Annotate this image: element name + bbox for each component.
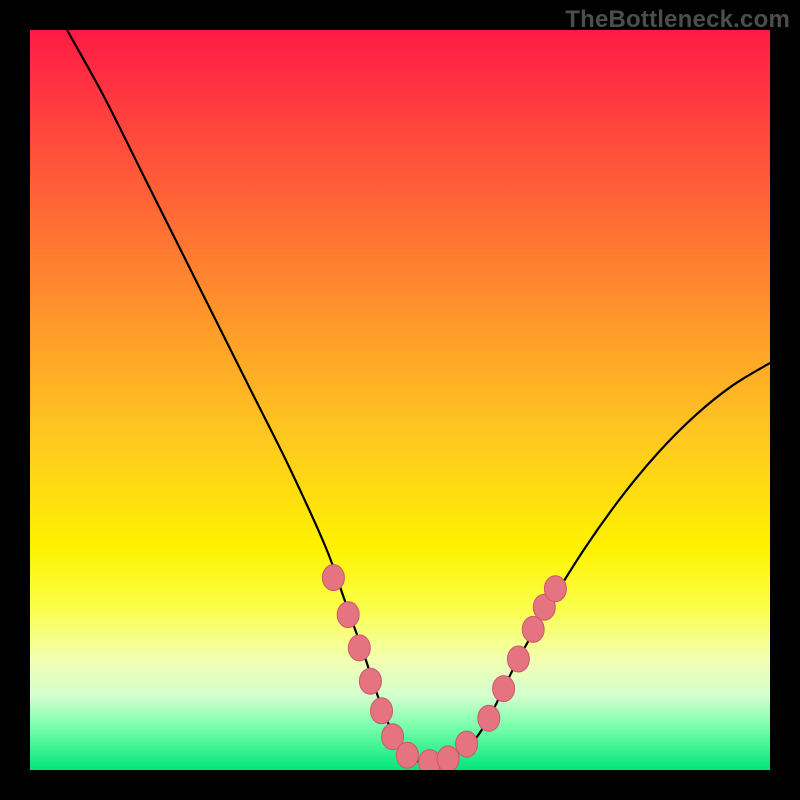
curve-marker	[396, 742, 418, 768]
curve-marker	[478, 705, 500, 731]
curve-marker	[359, 668, 381, 694]
curve-marker	[337, 602, 359, 628]
curve-marker	[522, 616, 544, 642]
curve-marker	[544, 576, 566, 602]
curve-marker	[371, 698, 393, 724]
curve-marker	[348, 635, 370, 661]
curve-marker	[322, 565, 344, 591]
curve-markers	[322, 565, 566, 770]
curve-marker	[493, 676, 515, 702]
curve-marker	[456, 731, 478, 757]
chart-frame	[30, 30, 770, 770]
watermark-text: TheBottleneck.com	[565, 6, 790, 34]
curve-marker	[507, 646, 529, 672]
bottleneck-curve	[67, 30, 770, 764]
chart-plot-area	[30, 30, 770, 770]
curve-marker	[437, 746, 459, 770]
chart-svg	[30, 30, 770, 770]
